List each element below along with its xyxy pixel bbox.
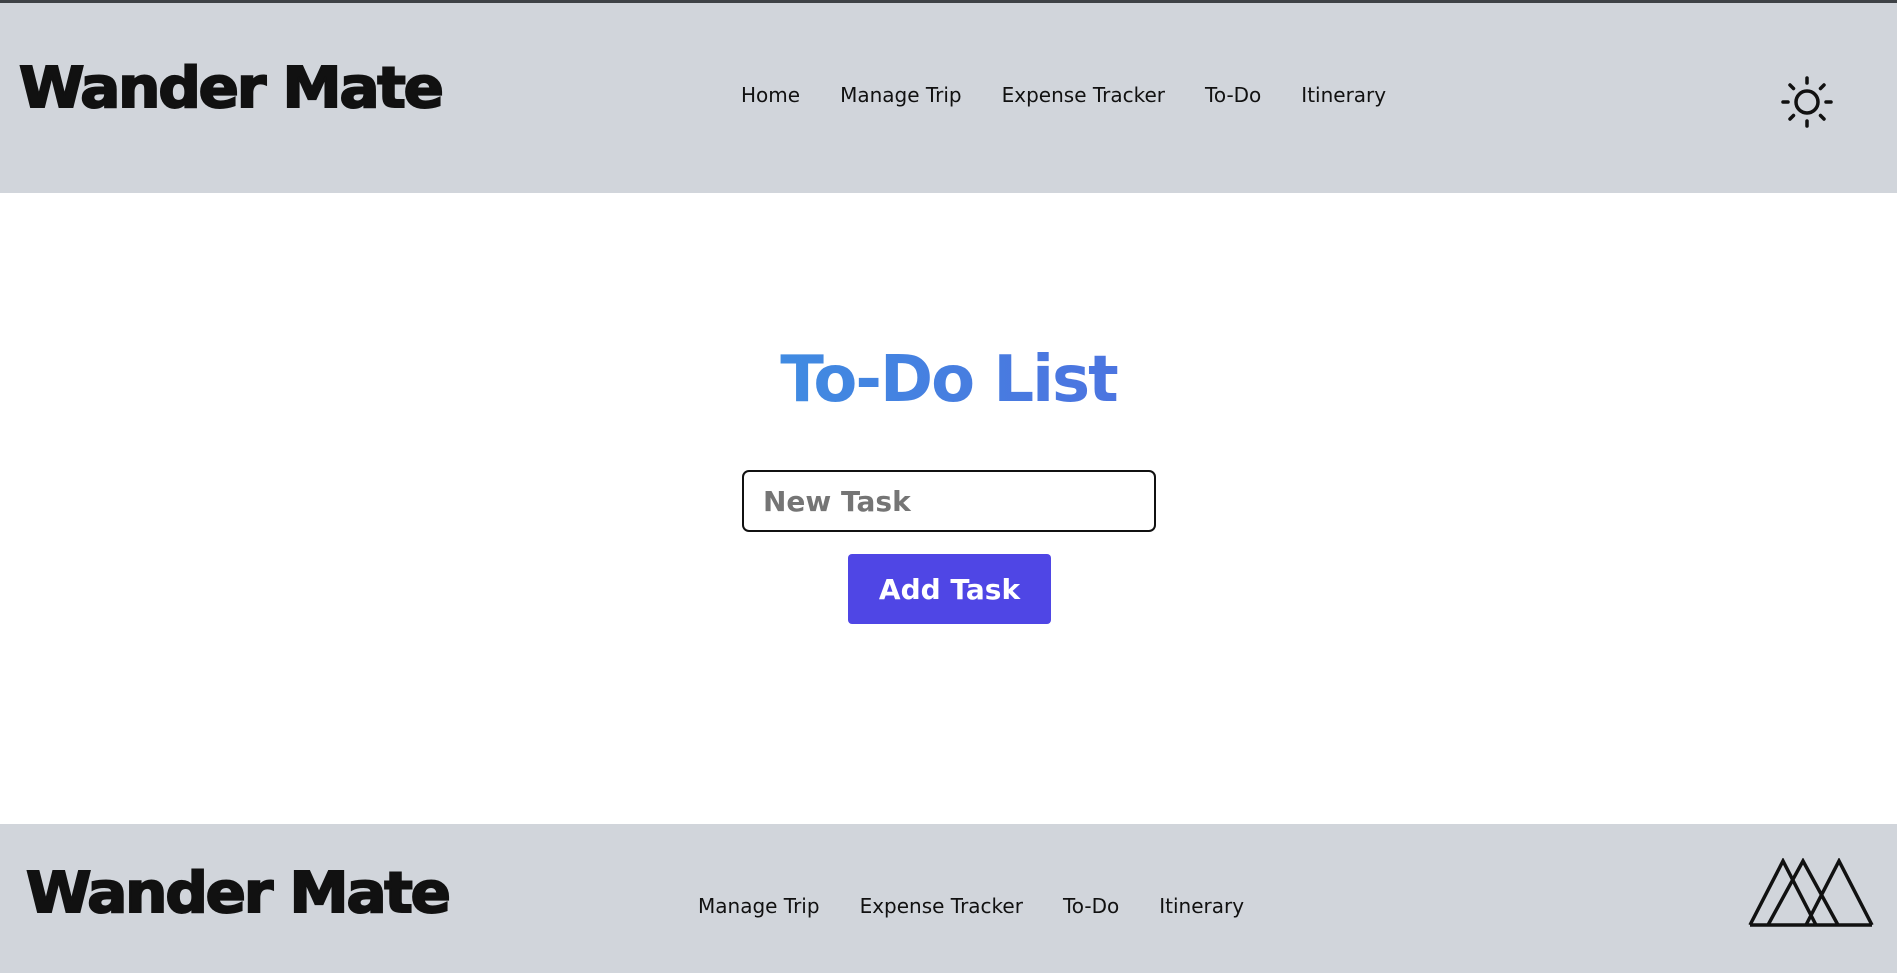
footer-nav-link-manage-trip[interactable]: Manage Trip (698, 894, 820, 918)
sun-icon (1781, 76, 1833, 128)
footer-nav: Manage Trip Expense Tracker To-Do Itiner… (698, 894, 1244, 918)
footer-nav-link-expense-tracker[interactable]: Expense Tracker (860, 894, 1023, 918)
nav-link-itinerary[interactable]: Itinerary (1301, 83, 1386, 107)
new-task-input[interactable] (742, 470, 1156, 532)
nav-link-todo[interactable]: To-Do (1205, 83, 1261, 107)
brand-logo[interactable]: Wander Mate (18, 60, 445, 118)
page-title: To-Do List (0, 345, 1897, 415)
footer-nav-link-todo[interactable]: To-Do (1063, 894, 1119, 918)
nav-link-manage-trip[interactable]: Manage Trip (840, 83, 962, 107)
nav-link-expense-tracker[interactable]: Expense Tracker (1002, 83, 1165, 107)
mountains-icon (1748, 858, 1874, 927)
theme-toggle-button[interactable] (1780, 75, 1834, 129)
footer-nav-link-itinerary[interactable]: Itinerary (1159, 894, 1244, 918)
site-footer: Wander Mate Manage Trip Expense Tracker … (0, 824, 1897, 973)
footer-brand-logo[interactable]: Wander Mate (25, 865, 452, 923)
page: Wander Mate Home Manage Trip Expense Tra… (0, 0, 1897, 973)
add-task-button[interactable]: Add Task (848, 554, 1051, 624)
nav-link-home[interactable]: Home (741, 83, 800, 107)
site-header: Wander Mate Home Manage Trip Expense Tra… (0, 3, 1897, 193)
